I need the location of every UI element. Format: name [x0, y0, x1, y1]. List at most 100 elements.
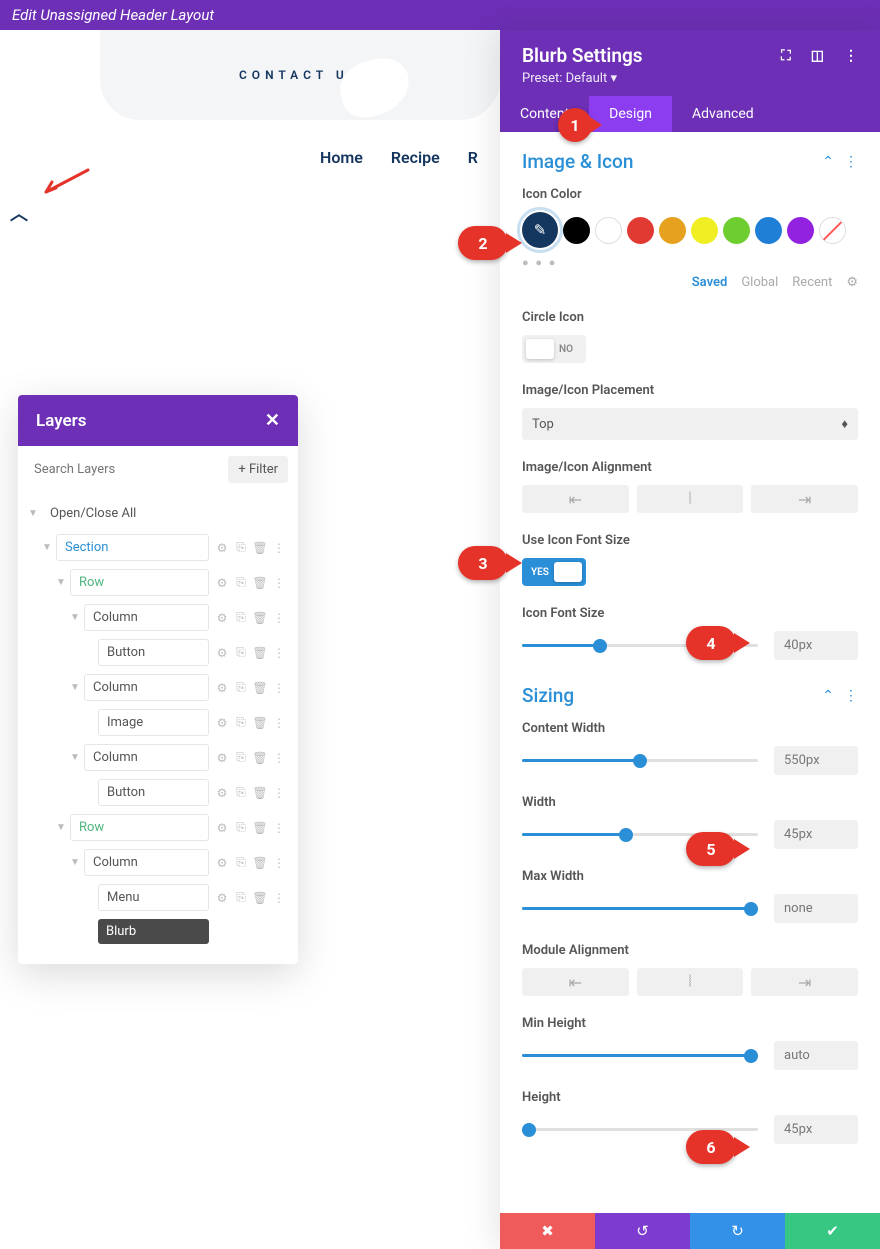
font-size-label: Icon Font Size — [522, 606, 858, 621]
bottom-action-bar: ✖ ↺ ↻ ✔ — [500, 1213, 880, 1249]
layers-tree: ▼ Open/Close All ▼Section⚙⎘🗑⋮▼Row⚙⎘🗑⋮▼Co… — [18, 493, 298, 964]
color-swatch[interactable] — [755, 217, 782, 244]
layers-title: Layers — [36, 411, 87, 431]
color-swatch[interactable] — [723, 217, 750, 244]
global-tab[interactable]: Global — [741, 275, 778, 290]
content-width-value[interactable]: 550px — [774, 746, 858, 775]
layer-row-menu[interactable]: Menu⚙⎘🗑⋮ — [28, 880, 288, 915]
top-bar: Edit Unassigned Header Layout — [0, 0, 880, 30]
gear-icon[interactable]: ⚙ — [846, 275, 858, 290]
section-image-icon[interactable]: Image & Icon ⌃⋮ — [522, 150, 858, 173]
settings-panel: Blurb Settings ⛶ ◫ ⋮ Preset: Default ▾ C… — [500, 30, 880, 1249]
chevron-up-icon[interactable]: ︿ — [10, 200, 28, 226]
section-sizing[interactable]: Sizing ⌃⋮ — [522, 684, 858, 707]
layer-row-button[interactable]: Button⚙⎘🗑⋮ — [28, 775, 288, 810]
tab-content[interactable]: Content — [500, 96, 589, 132]
layer-row-button[interactable]: Button⚙⎘🗑⋮ — [28, 635, 288, 670]
tab-advanced[interactable]: Advanced — [672, 96, 774, 132]
nav-item-r[interactable]: R — [468, 148, 478, 167]
red-arrow-annotation — [40, 168, 90, 198]
more-dots-icon[interactable]: ● ● ● — [522, 256, 858, 269]
alignment-label: Image/Icon Alignment — [522, 460, 858, 475]
undo-button[interactable]: ↺ — [595, 1213, 690, 1249]
module-align-center-button[interactable]: ⦚ — [637, 968, 744, 996]
layers-header: Layers ✕ — [18, 395, 298, 446]
section-more-icon[interactable]: ⋮ — [844, 154, 858, 170]
color-swatch[interactable] — [627, 217, 654, 244]
chevron-up-icon[interactable]: ⌃ — [822, 688, 834, 704]
content-width-slider[interactable] — [522, 759, 758, 762]
layer-row-column[interactable]: ▼Column⚙⎘🗑⋮ — [28, 740, 288, 775]
open-close-all[interactable]: ▼ Open/Close All — [28, 497, 288, 530]
align-left-button[interactable]: ⇤ — [522, 485, 629, 513]
top-bar-title: Edit Unassigned Header Layout — [12, 6, 214, 24]
nav-item-home[interactable]: Home — [320, 148, 363, 167]
section-more-icon[interactable]: ⋮ — [844, 688, 858, 704]
chevron-up-icon[interactable]: ⌃ — [822, 154, 834, 170]
placement-select[interactable]: Top♦ — [522, 408, 858, 440]
nav-menu: Home Recipe R — [320, 148, 478, 167]
panel-icon[interactable]: ◫ — [811, 48, 824, 64]
color-swatch[interactable] — [691, 217, 718, 244]
layer-row-row[interactable]: ▼Row⚙⎘🗑⋮ — [28, 810, 288, 845]
use-font-size-toggle[interactable]: YES — [522, 558, 586, 586]
color-swatch[interactable] — [659, 217, 686, 244]
align-center-button[interactable]: ⦚ — [637, 485, 744, 513]
more-icon[interactable]: ⋮ — [844, 48, 858, 64]
settings-header: Blurb Settings ⛶ ◫ ⋮ Preset: Default ▾ — [500, 30, 880, 96]
layer-row-image[interactable]: Image⚙⎘🗑⋮ — [28, 705, 288, 740]
settings-tabs: Content Design Advanced — [500, 96, 880, 132]
height-value[interactable]: 45px — [774, 1115, 858, 1144]
tab-design[interactable]: Design — [589, 96, 672, 132]
height-slider[interactable] — [522, 1128, 758, 1131]
layer-row-blurb[interactable]: Blurb⚙⎘🗑⋮ — [28, 915, 288, 948]
redo-button[interactable]: ↻ — [690, 1213, 785, 1249]
icon-color-label: Icon Color — [522, 187, 858, 202]
width-label: Width — [522, 795, 858, 810]
saved-tab[interactable]: Saved — [692, 275, 728, 290]
settings-body: Image & Icon ⌃⋮ Icon Color ✎ ● ● ● Saved… — [500, 132, 880, 1249]
module-alignment-buttons: ⇤ ⦚ ⇥ — [522, 968, 858, 996]
module-align-right-button[interactable]: ⇥ — [751, 968, 858, 996]
contact-blob — [334, 52, 416, 123]
color-swatch[interactable]: ✎ — [522, 212, 558, 248]
color-swatch[interactable] — [595, 217, 622, 244]
placement-label: Image/Icon Placement — [522, 383, 858, 398]
font-size-slider[interactable] — [522, 644, 758, 647]
discard-button[interactable]: ✖ — [500, 1213, 595, 1249]
layers-filter-button[interactable]: + Filter — [228, 456, 288, 483]
recent-tab[interactable]: Recent — [792, 275, 832, 290]
width-slider[interactable] — [522, 833, 758, 836]
save-button[interactable]: ✔ — [785, 1213, 880, 1249]
alignment-buttons: ⇤ ⦚ ⇥ — [522, 485, 858, 513]
layer-row-column[interactable]: ▼Column⚙⎘🗑⋮ — [28, 670, 288, 705]
nav-item-recipe[interactable]: Recipe — [391, 148, 440, 167]
use-font-size-label: Use Icon Font Size — [522, 533, 858, 548]
min-height-value[interactable]: auto — [774, 1041, 858, 1070]
circle-icon-label: Circle Icon — [522, 310, 858, 325]
layers-close-icon[interactable]: ✕ — [265, 410, 280, 431]
width-value[interactable]: 45px — [774, 820, 858, 849]
color-swatch[interactable] — [787, 217, 814, 244]
content-width-label: Content Width — [522, 721, 858, 736]
layer-row-column[interactable]: ▼Column⚙⎘🗑⋮ — [28, 845, 288, 880]
expand-icon[interactable]: ⛶ — [781, 48, 791, 64]
layer-row-column[interactable]: ▼Column⚙⎘🗑⋮ — [28, 600, 288, 635]
min-height-slider[interactable] — [522, 1054, 758, 1057]
preset-label[interactable]: Preset: Default ▾ — [522, 71, 858, 86]
font-size-value[interactable]: 40px — [774, 631, 858, 660]
module-align-left-button[interactable]: ⇤ — [522, 968, 629, 996]
height-label: Height — [522, 1090, 858, 1105]
layers-search-input[interactable] — [28, 456, 222, 483]
settings-title-text: Blurb Settings — [522, 44, 643, 67]
max-width-label: Max Width — [522, 869, 858, 884]
layer-row-row[interactable]: ▼Row⚙⎘🗑⋮ — [28, 565, 288, 600]
color-swatch[interactable] — [563, 217, 590, 244]
max-width-value[interactable]: none — [774, 894, 858, 923]
align-right-button[interactable]: ⇥ — [751, 485, 858, 513]
max-width-slider[interactable] — [522, 907, 758, 910]
layer-row-section[interactable]: ▼Section⚙⎘🗑⋮ — [28, 530, 288, 565]
circle-icon-toggle[interactable]: NO — [522, 335, 586, 363]
color-swatch-none[interactable] — [819, 217, 846, 244]
color-tabs: Saved Global Recent ⚙ — [522, 275, 858, 290]
